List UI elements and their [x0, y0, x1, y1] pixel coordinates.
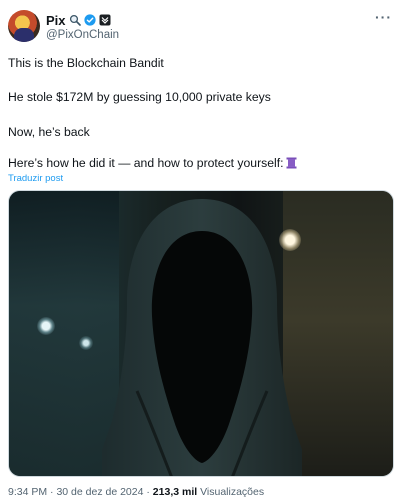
- image-light: [79, 336, 93, 350]
- post-line-4: Here’s how he did it — and how to protec…: [8, 156, 297, 170]
- translate-link[interactable]: Traduzir post: [8, 173, 63, 184]
- post-line-1: This is the Blockchain Bandit: [8, 56, 164, 70]
- post-line-3: Now, he’s back: [8, 125, 90, 139]
- meta-separator: ·: [50, 486, 54, 498]
- views-count[interactable]: 213,3 mil: [153, 486, 197, 498]
- affiliate-badge-icon[interactable]: [99, 14, 111, 26]
- magnifier-icon: [69, 14, 81, 26]
- post-time[interactable]: 9:34 PM: [8, 486, 47, 498]
- meta-separator: ·: [146, 486, 150, 498]
- post-meta: 9:34 PM · 30 de dez de 2024 · 213,3 mil …: [8, 486, 264, 498]
- author-name[interactable]: Pix: [46, 13, 66, 28]
- author-name-row[interactable]: Pix: [46, 12, 111, 28]
- post-line-2: He stole $172M by guessing 10,000 privat…: [8, 90, 271, 104]
- post-date[interactable]: 30 de dez de 2024: [56, 486, 143, 498]
- more-icon[interactable]: ···: [375, 10, 392, 24]
- post-line-4-text: Here’s how he did it — and how to protec…: [8, 156, 284, 170]
- verified-badge-icon[interactable]: [83, 14, 96, 26]
- views-label: Visualizações: [200, 486, 265, 498]
- thread-spool-icon: [286, 157, 296, 169]
- post-header: Pix @PixOnChain ···: [8, 10, 394, 46]
- image-light: [37, 317, 55, 335]
- hooded-figure: [102, 199, 302, 476]
- post-image[interactable]: [8, 190, 394, 477]
- avatar[interactable]: [8, 10, 40, 42]
- author-handle[interactable]: @PixOnChain: [46, 29, 119, 41]
